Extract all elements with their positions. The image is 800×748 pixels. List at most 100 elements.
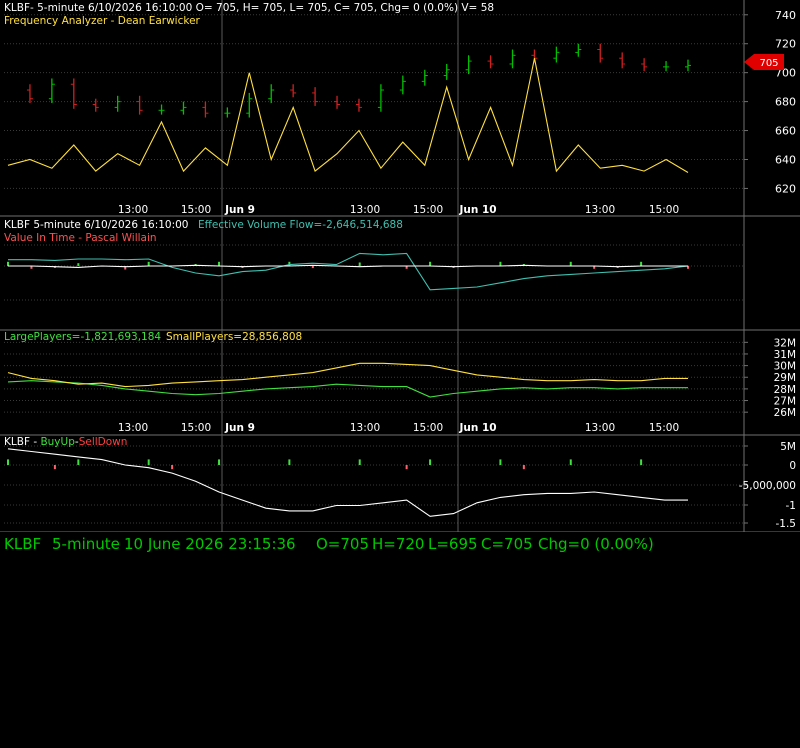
buyup-selldown-axis: 5M 0 -5,000,000 -1 -1.5 bbox=[739, 441, 796, 530]
selldown-label: SellDown bbox=[79, 436, 128, 448]
x-tick-label: 15:00 bbox=[181, 204, 211, 216]
status-bar: KLBF 5-minute 10 June 2026 23:15:36 O=70… bbox=[0, 532, 800, 562]
buyup-selldown-bar bbox=[358, 459, 361, 465]
buyup-selldown-bar bbox=[288, 459, 291, 465]
value-in-time-bar bbox=[288, 261, 291, 266]
buyup-selldown-bar bbox=[499, 459, 502, 465]
buyup-selldown-bar bbox=[569, 459, 572, 465]
buyup-selldown-bar bbox=[147, 459, 150, 465]
value-in-time-bar bbox=[499, 261, 502, 266]
x-tick-label: Jun 10 bbox=[458, 204, 496, 216]
value-in-time-bar bbox=[569, 261, 572, 266]
frequency-analyzer-line bbox=[7, 58, 689, 173]
x-tick-label: 13:00 bbox=[350, 422, 380, 434]
x-tick-label: 13:00 bbox=[118, 422, 148, 434]
x-tick-label: 13:00 bbox=[350, 204, 380, 216]
y-tick-label: -5,000,000 bbox=[739, 480, 796, 492]
buyup-selldown-bar bbox=[218, 459, 221, 465]
y-tick-label: -1 bbox=[786, 500, 796, 512]
x-tick-label: 15:00 bbox=[181, 422, 211, 434]
buyup-selldown-bar bbox=[640, 459, 643, 465]
status-interval: 5-minute bbox=[52, 535, 120, 553]
x-tick-label: Jun 9 bbox=[224, 422, 255, 434]
value-in-time-bar bbox=[218, 261, 221, 266]
price-panel-header: KLBF- 5-minute 6/10/2026 16:10:00 O= 705… bbox=[4, 2, 494, 14]
small-players-label: SmallPlayers=28,856,808 bbox=[166, 331, 302, 343]
chart-workspace: 740720700680660640620 13:00 15:00 Jun 9 13:… bbox=[0, 0, 800, 533]
y-tick-label: 640 bbox=[775, 153, 796, 166]
value-in-time-bar bbox=[77, 263, 80, 266]
status-datetime: 10 June 2026 23:15:36 bbox=[124, 535, 296, 553]
y-tick-label: 680 bbox=[775, 96, 796, 109]
value-in-time-label: Value In Time - Pascal Willain bbox=[4, 232, 157, 244]
buyup-selldown-title: KLBF - BuyUp-SellDown bbox=[4, 436, 127, 448]
y-tick-label: 620 bbox=[775, 182, 796, 195]
price-time-axis: 13:00 15:00 Jun 9 13:00 15:00 Jun 10 13:00 15:0… bbox=[118, 204, 679, 216]
frequency-analyzer-series bbox=[7, 58, 689, 173]
y-tick-label: 29M bbox=[774, 372, 796, 384]
buyup-selldown-bar bbox=[53, 465, 56, 470]
y-tick-label: 28M bbox=[774, 384, 796, 396]
y-tick-label: -1.5 bbox=[776, 518, 797, 530]
y-tick-label: 26M bbox=[774, 407, 796, 419]
buyup-selldown-grid bbox=[0, 435, 800, 533]
x-tick-label: 15:00 bbox=[413, 204, 443, 216]
status-close: C=705 bbox=[481, 535, 533, 553]
status-low: L=695 bbox=[428, 535, 478, 553]
x-tick-label: Jun 9 bbox=[224, 204, 255, 216]
value-in-time-bar bbox=[429, 261, 432, 266]
value-in-time-bar bbox=[358, 262, 361, 266]
buyup-selldown-line bbox=[7, 448, 688, 517]
volume-flow-series bbox=[8, 252, 689, 291]
buyup-label: BuyUp bbox=[40, 436, 75, 448]
x-tick-label: 13:00 bbox=[118, 204, 148, 216]
players-time-axis: 13:00 15:00 Jun 9 13:00 15:00 Jun 10 13:00 15:0… bbox=[118, 422, 679, 434]
y-tick-label: 32M bbox=[774, 337, 796, 349]
players-grid bbox=[0, 330, 800, 436]
frequency-analyzer-label: Frequency Analyzer - Dean Earwicker bbox=[4, 15, 201, 27]
last-price-tag: 705 bbox=[744, 54, 784, 70]
y-tick-label: 27M bbox=[774, 396, 796, 408]
x-tick-label: 13:00 bbox=[585, 422, 615, 434]
effective-volume-flow-line bbox=[8, 252, 689, 291]
buyup-selldown-panel[interactable]: 5M 0 -5,000,000 -1 -1.5 KLBF - BuyUp-SellDow… bbox=[0, 435, 800, 533]
buyup-selldown-bar bbox=[77, 459, 80, 465]
players-series bbox=[7, 362, 688, 398]
value-in-time-bar bbox=[7, 261, 9, 266]
price-axis: 740720700680660640620 bbox=[744, 9, 796, 195]
price-panel[interactable]: 740720700680660640620 13:00 15:00 Jun 9 13:… bbox=[0, 0, 800, 217]
effective-volume-flow-label: Effective Volume Flow=-2,646,514,688 bbox=[198, 219, 403, 231]
buyup-selldown-bar bbox=[405, 465, 408, 470]
value-in-time-bar bbox=[147, 261, 150, 266]
buyup-selldown-bar bbox=[522, 465, 525, 470]
symbol-prefix: KLBF - bbox=[4, 436, 40, 448]
y-tick-label: 0 bbox=[789, 460, 796, 472]
small-players-line bbox=[7, 362, 688, 388]
value-in-time-bar bbox=[640, 261, 643, 266]
price-bar-series bbox=[26, 43, 691, 118]
y-tick-label: 5M bbox=[780, 441, 796, 453]
value-in-time-bar bbox=[311, 266, 314, 269]
buyup-selldown-bar bbox=[171, 465, 174, 470]
last-price-value: 705 bbox=[759, 58, 778, 69]
players-panel[interactable]: 32M31M30M29M28M27M26M 13:00 15:00 Jun 9 13:… bbox=[0, 330, 800, 436]
large-players-label: LargePlayers=-1,821,693,184 bbox=[4, 331, 161, 343]
x-tick-label: 15:00 bbox=[649, 422, 679, 434]
status-high: H=720 bbox=[372, 535, 425, 553]
buyup-selldown-histogram bbox=[7, 459, 643, 470]
players-axis: 32M31M30M29M28M27M26M bbox=[744, 337, 796, 419]
price-panel-grid bbox=[0, 0, 800, 217]
status-change: Chg=0 (0.00%) bbox=[538, 535, 654, 553]
volume-flow-panel[interactable]: KLBF 5-minute 6/10/2026 16:10:00 Effecti… bbox=[0, 216, 800, 331]
y-tick-label: 30M bbox=[774, 361, 796, 373]
x-tick-label: 13:00 bbox=[585, 204, 615, 216]
x-tick-label: Jun 10 bbox=[458, 422, 496, 434]
status-open: O=705 bbox=[316, 535, 370, 553]
buyup-selldown-bar bbox=[429, 459, 432, 465]
buyup-selldown-bar bbox=[7, 459, 9, 465]
y-tick-label: 31M bbox=[774, 349, 796, 361]
y-tick-label: 720 bbox=[775, 38, 796, 51]
x-tick-label: 15:00 bbox=[413, 422, 443, 434]
volume-flow-header: KLBF 5-minute 6/10/2026 16:10:00 bbox=[4, 219, 189, 231]
status-symbol: KLBF bbox=[4, 535, 42, 553]
